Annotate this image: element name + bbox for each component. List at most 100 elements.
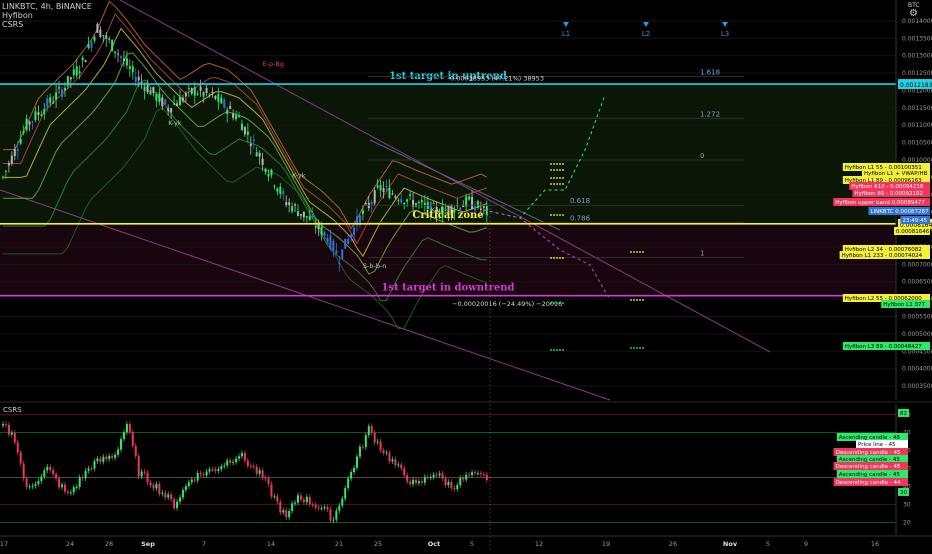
candle-body [252, 139, 255, 141]
x-tick-label: 25 [374, 540, 382, 548]
oscillator-candle [214, 469, 217, 471]
candle-body [25, 118, 28, 130]
candle-body [420, 200, 423, 203]
oscillator-candle [181, 489, 184, 498]
oscillator-candle [199, 472, 202, 475]
candle-body [111, 39, 114, 52]
indicator-name-csrs[interactable]: CSRS [2, 20, 92, 29]
oscillator-candle [99, 458, 102, 462]
oscillator-candle [462, 477, 465, 480]
candle-body [155, 94, 158, 101]
candle-body [476, 201, 479, 208]
oscillator-candle [75, 486, 78, 488]
oscillator-candle [270, 484, 273, 497]
oscillator-candle [305, 496, 308, 503]
candle-body [193, 87, 196, 96]
candle-body [229, 106, 232, 109]
oscillator-candle [314, 504, 317, 508]
oscillator-candle [441, 473, 444, 479]
oscillator-candle [258, 470, 261, 474]
trading-chart[interactable]: 1st target in uptrend0.00121834Critical … [0, 0, 932, 554]
oscillator-candle [211, 469, 214, 471]
candle-body [255, 152, 258, 157]
candle-body [176, 103, 179, 106]
candle-body [125, 58, 128, 66]
candle-body [320, 226, 323, 236]
candle-body [391, 193, 394, 195]
time-marker-arrow-icon [722, 22, 728, 27]
oscillator-candle [125, 424, 128, 433]
oscillator-candle [152, 485, 155, 489]
oscillator-candle [105, 456, 108, 459]
candle-body [134, 76, 137, 82]
candle-body [28, 121, 31, 125]
candle-body [258, 152, 261, 157]
candle-body [10, 155, 13, 164]
oscillator-candle [102, 456, 105, 462]
oscillator-candle [308, 496, 311, 505]
pivot-label-3: K-yk [292, 171, 306, 179]
main-y-tick-label: 0.00035000 [902, 383, 932, 390]
candle-body [468, 196, 471, 200]
oscillator-candle [338, 505, 341, 511]
time-marker-label-2: L2 [642, 30, 650, 38]
oscillator-candle [229, 460, 232, 463]
oscillator-tag-text: Ascending candle - 45 [839, 472, 901, 478]
candle-body [302, 211, 305, 218]
candle-body [164, 99, 167, 104]
candle-body [202, 92, 205, 97]
candle-body [329, 235, 332, 249]
candle-body [217, 94, 220, 102]
time-marker-arrow-icon [643, 22, 649, 27]
oscillator-candle [273, 496, 276, 498]
candle-body [385, 185, 388, 187]
oscillator-candle [52, 470, 55, 475]
oscillator-candle [417, 481, 420, 484]
x-tick-label: Nov [723, 540, 738, 548]
candle-body [376, 185, 379, 188]
oscillator-candle [479, 473, 482, 475]
oscillator-candle [320, 507, 323, 509]
oscillator-candle [385, 452, 388, 454]
candle-body [208, 94, 211, 96]
oscillator-candle [353, 467, 356, 473]
candle-body [388, 187, 391, 199]
measurement-label-1: 0.00038953 (47.21%) 38953 [450, 75, 544, 83]
x-tick-label: 16 [871, 540, 879, 548]
candle-body [13, 148, 16, 157]
oscillator-candle [2, 423, 4, 426]
candle-body [146, 85, 149, 93]
oscillator-candle [13, 432, 16, 443]
candle-body [379, 184, 382, 190]
indicator-name-hyfibon[interactable]: Hyfibon [2, 11, 92, 20]
oscillator-candle [435, 474, 438, 476]
x-tick-label: 5 [766, 540, 770, 548]
chart-canvas[interactable]: 1st target in uptrend0.00121834Critical … [0, 0, 932, 554]
pivot-label-4: K-yk [431, 206, 445, 214]
price-tag-text: 0.00081646 [896, 229, 930, 235]
oscillator-candle [114, 454, 117, 458]
oscillator-candle [184, 486, 187, 490]
main-y-tick-label: 0.00125000 [902, 70, 932, 77]
candle-body [297, 211, 299, 216]
oscillator-candle [223, 465, 226, 467]
oscillator-candle [297, 495, 299, 503]
gear-icon[interactable]: ⚙ [909, 8, 918, 19]
oscillator-tag-text: Price line - 45 [858, 442, 896, 448]
oscillator-candle [376, 441, 379, 443]
oscillator-candle [167, 494, 170, 498]
oscillator-candle [66, 491, 69, 493]
candle-body [140, 81, 143, 83]
oscillator-candle [276, 496, 279, 502]
candle-body [373, 190, 376, 204]
oscillator-candle [208, 469, 211, 472]
candle-body [93, 36, 96, 41]
candle-body [240, 123, 243, 131]
candle-body [34, 111, 37, 121]
oscillator-candle [7, 424, 10, 435]
candle-body [238, 116, 240, 118]
oscillator-candle [350, 472, 353, 479]
oscillator-candle [90, 468, 93, 470]
oscillator-candle [358, 446, 361, 457]
oscillator-candle [158, 483, 161, 494]
